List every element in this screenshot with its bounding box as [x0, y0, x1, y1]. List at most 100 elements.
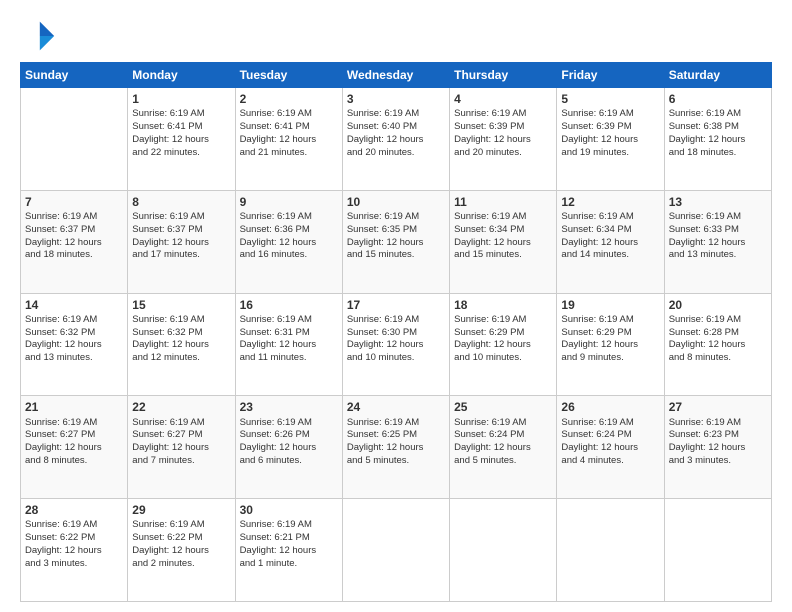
- day-info-line: Sunrise: 6:19 AM: [132, 211, 230, 224]
- day-info-line: Sunset: 6:33 PM: [669, 224, 767, 237]
- day-info-line: Sunset: 6:26 PM: [240, 429, 338, 442]
- day-info-line: Sunset: 6:41 PM: [240, 121, 338, 134]
- day-number: 2: [240, 91, 338, 107]
- day-info-line: Sunset: 6:24 PM: [454, 429, 552, 442]
- day-info-line: and 2 minutes.: [132, 558, 230, 571]
- day-info-line: Sunrise: 6:19 AM: [347, 108, 445, 121]
- day-info-line: Sunset: 6:22 PM: [25, 532, 123, 545]
- cell-3-6: 19Sunrise: 6:19 AMSunset: 6:29 PMDayligh…: [557, 293, 664, 396]
- day-number: 5: [561, 91, 659, 107]
- cell-1-2: 1Sunrise: 6:19 AMSunset: 6:41 PMDaylight…: [128, 88, 235, 191]
- day-number: 29: [132, 502, 230, 518]
- day-number: 22: [132, 399, 230, 415]
- day-info-line: Sunset: 6:41 PM: [132, 121, 230, 134]
- day-info-line: Sunrise: 6:19 AM: [561, 417, 659, 430]
- day-info-line: and 14 minutes.: [561, 249, 659, 262]
- day-number: 4: [454, 91, 552, 107]
- day-number: 24: [347, 399, 445, 415]
- day-info-line: and 3 minutes.: [669, 455, 767, 468]
- cell-4-1: 21Sunrise: 6:19 AMSunset: 6:27 PMDayligh…: [21, 396, 128, 499]
- day-number: 14: [25, 297, 123, 313]
- day-info-line: Sunset: 6:39 PM: [561, 121, 659, 134]
- day-info-line: Sunrise: 6:19 AM: [25, 211, 123, 224]
- day-info-line: Sunrise: 6:19 AM: [240, 211, 338, 224]
- day-info-line: Sunset: 6:24 PM: [561, 429, 659, 442]
- day-info-line: and 20 minutes.: [347, 147, 445, 160]
- day-info-line: Sunrise: 6:19 AM: [240, 519, 338, 532]
- day-info-line: Sunrise: 6:19 AM: [240, 417, 338, 430]
- day-info-line: Sunrise: 6:19 AM: [132, 519, 230, 532]
- logo-icon: [20, 18, 56, 54]
- cell-5-4: [342, 499, 449, 602]
- day-info-line: Sunrise: 6:19 AM: [132, 314, 230, 327]
- week-row-1: 1Sunrise: 6:19 AMSunset: 6:41 PMDaylight…: [21, 88, 772, 191]
- day-info-line: Sunset: 6:39 PM: [454, 121, 552, 134]
- day-info-line: and 3 minutes.: [25, 558, 123, 571]
- day-info-line: Daylight: 12 hours: [454, 339, 552, 352]
- cell-5-2: 29Sunrise: 6:19 AMSunset: 6:22 PMDayligh…: [128, 499, 235, 602]
- week-row-3: 14Sunrise: 6:19 AMSunset: 6:32 PMDayligh…: [21, 293, 772, 396]
- cell-4-4: 24Sunrise: 6:19 AMSunset: 6:25 PMDayligh…: [342, 396, 449, 499]
- day-info-line: Sunset: 6:32 PM: [25, 327, 123, 340]
- day-info-line: Daylight: 12 hours: [669, 134, 767, 147]
- day-info-line: and 9 minutes.: [561, 352, 659, 365]
- day-info-line: Sunrise: 6:19 AM: [669, 417, 767, 430]
- day-info-line: and 5 minutes.: [347, 455, 445, 468]
- cell-5-3: 30Sunrise: 6:19 AMSunset: 6:21 PMDayligh…: [235, 499, 342, 602]
- cell-2-2: 8Sunrise: 6:19 AMSunset: 6:37 PMDaylight…: [128, 190, 235, 293]
- cell-4-6: 26Sunrise: 6:19 AMSunset: 6:24 PMDayligh…: [557, 396, 664, 499]
- day-info-line: Sunset: 6:29 PM: [454, 327, 552, 340]
- day-info-line: Daylight: 12 hours: [669, 442, 767, 455]
- cell-4-7: 27Sunrise: 6:19 AMSunset: 6:23 PMDayligh…: [664, 396, 771, 499]
- day-info-line: Sunrise: 6:19 AM: [669, 314, 767, 327]
- cell-1-3: 2Sunrise: 6:19 AMSunset: 6:41 PMDaylight…: [235, 88, 342, 191]
- day-info-line: Daylight: 12 hours: [132, 339, 230, 352]
- cell-5-7: [664, 499, 771, 602]
- cell-3-5: 18Sunrise: 6:19 AMSunset: 6:29 PMDayligh…: [450, 293, 557, 396]
- day-info-line: and 8 minutes.: [669, 352, 767, 365]
- day-info-line: Sunrise: 6:19 AM: [454, 417, 552, 430]
- cell-3-2: 15Sunrise: 6:19 AMSunset: 6:32 PMDayligh…: [128, 293, 235, 396]
- cell-1-5: 4Sunrise: 6:19 AMSunset: 6:39 PMDaylight…: [450, 88, 557, 191]
- day-info-line: Daylight: 12 hours: [132, 134, 230, 147]
- day-info-line: and 6 minutes.: [240, 455, 338, 468]
- day-info-line: Sunrise: 6:19 AM: [454, 211, 552, 224]
- cell-4-3: 23Sunrise: 6:19 AMSunset: 6:26 PMDayligh…: [235, 396, 342, 499]
- day-info-line: Sunrise: 6:19 AM: [347, 211, 445, 224]
- day-info-line: Daylight: 12 hours: [25, 545, 123, 558]
- day-info-line: Daylight: 12 hours: [25, 339, 123, 352]
- day-number: 15: [132, 297, 230, 313]
- day-info-line: Sunrise: 6:19 AM: [25, 314, 123, 327]
- day-info-line: Sunset: 6:34 PM: [561, 224, 659, 237]
- day-info-line: and 16 minutes.: [240, 249, 338, 262]
- day-info-line: Sunset: 6:30 PM: [347, 327, 445, 340]
- page: SundayMondayTuesdayWednesdayThursdayFrid…: [0, 0, 792, 612]
- day-info-line: Daylight: 12 hours: [561, 339, 659, 352]
- day-info-line: Sunrise: 6:19 AM: [669, 211, 767, 224]
- day-info-line: Daylight: 12 hours: [347, 237, 445, 250]
- day-info-line: and 19 minutes.: [561, 147, 659, 160]
- day-info-line: and 8 minutes.: [25, 455, 123, 468]
- day-info-line: and 15 minutes.: [347, 249, 445, 262]
- day-number: 18: [454, 297, 552, 313]
- day-number: 17: [347, 297, 445, 313]
- day-info-line: and 22 minutes.: [132, 147, 230, 160]
- day-info-line: Sunset: 6:36 PM: [240, 224, 338, 237]
- cell-4-2: 22Sunrise: 6:19 AMSunset: 6:27 PMDayligh…: [128, 396, 235, 499]
- header-thursday: Thursday: [450, 63, 557, 88]
- day-info-line: Sunset: 6:34 PM: [454, 224, 552, 237]
- day-info-line: and 11 minutes.: [240, 352, 338, 365]
- day-info-line: and 13 minutes.: [25, 352, 123, 365]
- day-info-line: and 13 minutes.: [669, 249, 767, 262]
- day-info-line: Daylight: 12 hours: [240, 237, 338, 250]
- day-info-line: and 18 minutes.: [25, 249, 123, 262]
- header-friday: Friday: [557, 63, 664, 88]
- day-number: 20: [669, 297, 767, 313]
- cell-2-1: 7Sunrise: 6:19 AMSunset: 6:37 PMDaylight…: [21, 190, 128, 293]
- day-info-line: Daylight: 12 hours: [454, 442, 552, 455]
- day-number: 6: [669, 91, 767, 107]
- cell-5-6: [557, 499, 664, 602]
- day-info-line: and 20 minutes.: [454, 147, 552, 160]
- day-info-line: Sunrise: 6:19 AM: [561, 314, 659, 327]
- cell-2-5: 11Sunrise: 6:19 AMSunset: 6:34 PMDayligh…: [450, 190, 557, 293]
